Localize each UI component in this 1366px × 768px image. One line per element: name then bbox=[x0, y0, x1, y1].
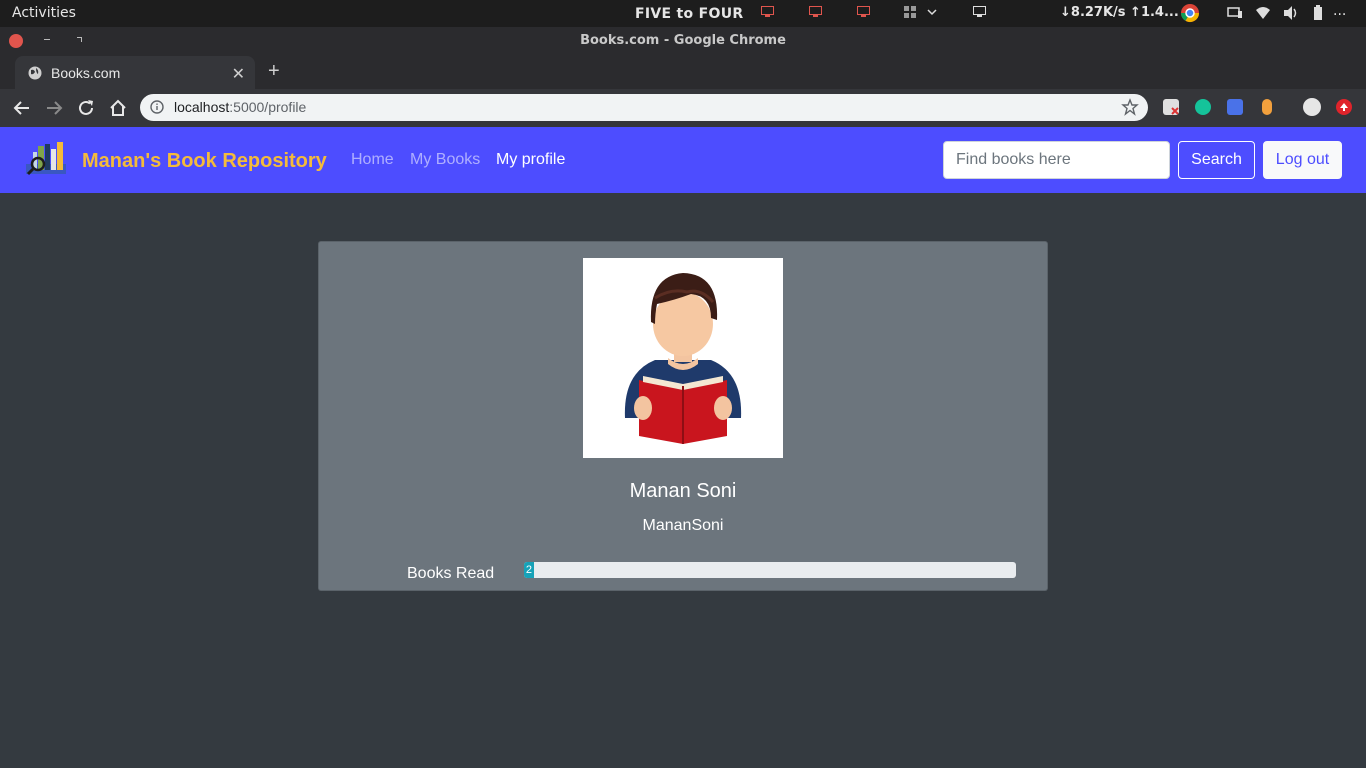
logout-button[interactable]: Log out bbox=[1263, 141, 1342, 179]
extension-icon[interactable] bbox=[1163, 99, 1179, 115]
browser-toolbar: localhost:5000/profile bbox=[0, 89, 1366, 127]
monitor-icon[interactable] bbox=[761, 6, 774, 17]
books-logo-icon[interactable] bbox=[24, 140, 68, 176]
books-read-progress-fill: 2 bbox=[524, 562, 534, 578]
browser-title-bar: Books.com - Google Chrome bbox=[0, 27, 1366, 54]
forward-arrow-icon[interactable] bbox=[44, 98, 64, 118]
search-button[interactable]: Search bbox=[1178, 141, 1255, 179]
nav-my-profile[interactable]: My profile bbox=[496, 151, 565, 169]
tab-title: Books.com bbox=[51, 65, 121, 81]
network-speed: ↓8.27K/s ↑1.4... bbox=[1060, 5, 1179, 20]
profile-username: MananSoni bbox=[642, 517, 724, 534]
nav-home[interactable]: Home bbox=[351, 151, 394, 169]
address-bar[interactable]: localhost:5000/profile bbox=[140, 94, 1148, 121]
search-input[interactable] bbox=[943, 141, 1170, 179]
extension-icon[interactable] bbox=[1262, 99, 1272, 115]
chevron-down-icon[interactable] bbox=[927, 9, 937, 16]
url-text[interactable]: localhost:5000/profile bbox=[174, 99, 306, 115]
grammarly-icon[interactable] bbox=[1195, 99, 1211, 115]
browser-tab[interactable]: Books.com ✕ bbox=[15, 56, 255, 89]
books-read-label: Books Read bbox=[407, 565, 495, 582]
window-title: Books.com - Google Chrome bbox=[580, 33, 786, 48]
nav-my-books[interactable]: My Books bbox=[410, 151, 480, 169]
profile-avatar-icon[interactable] bbox=[1303, 98, 1321, 116]
screen-share-icon[interactable] bbox=[1227, 5, 1243, 21]
info-icon[interactable] bbox=[150, 100, 164, 114]
system-menu-overflow[interactable]: ... bbox=[1333, 3, 1346, 19]
workspace-grid-icon[interactable] bbox=[903, 5, 917, 19]
app-navbar: Manan's Book Repository Home My Books My… bbox=[0, 127, 1366, 193]
books-read-progress: 2 bbox=[524, 562, 1016, 578]
reload-icon[interactable] bbox=[76, 98, 96, 118]
profile-name: Manan Soni bbox=[629, 480, 737, 502]
home-icon[interactable] bbox=[108, 98, 128, 118]
new-tab-button[interactable]: + bbox=[268, 60, 280, 83]
os-clock[interactable]: FIVE to FOUR bbox=[635, 6, 743, 22]
os-top-bar: Activities FIVE to FOUR ↓8.27K/s ↑1.4...… bbox=[0, 0, 1366, 27]
activities-button[interactable]: Activities bbox=[12, 5, 76, 21]
profile-avatar bbox=[583, 258, 783, 458]
monitor-icon[interactable] bbox=[809, 6, 822, 17]
globe-icon bbox=[28, 66, 42, 80]
display-icon[interactable] bbox=[973, 6, 986, 17]
chrome-tray-icon[interactable] bbox=[1180, 3, 1200, 23]
bookmark-star-icon[interactable] bbox=[1121, 98, 1139, 116]
battery-icon[interactable] bbox=[1313, 5, 1323, 21]
tab-strip: Books.com ✕ + bbox=[0, 54, 1366, 89]
back-arrow-icon[interactable] bbox=[12, 98, 32, 118]
translate-icon[interactable] bbox=[1227, 99, 1243, 115]
monitor-icon[interactable] bbox=[857, 6, 870, 17]
tab-close-icon[interactable]: ✕ bbox=[232, 64, 245, 84]
brand-title[interactable]: Manan's Book Repository bbox=[82, 150, 327, 173]
volume-icon[interactable] bbox=[1283, 5, 1299, 21]
wifi-icon[interactable] bbox=[1255, 5, 1271, 21]
update-icon[interactable] bbox=[1336, 99, 1352, 115]
profile-card: Manan Soni MananSoni Books Read 2 bbox=[318, 241, 1048, 591]
